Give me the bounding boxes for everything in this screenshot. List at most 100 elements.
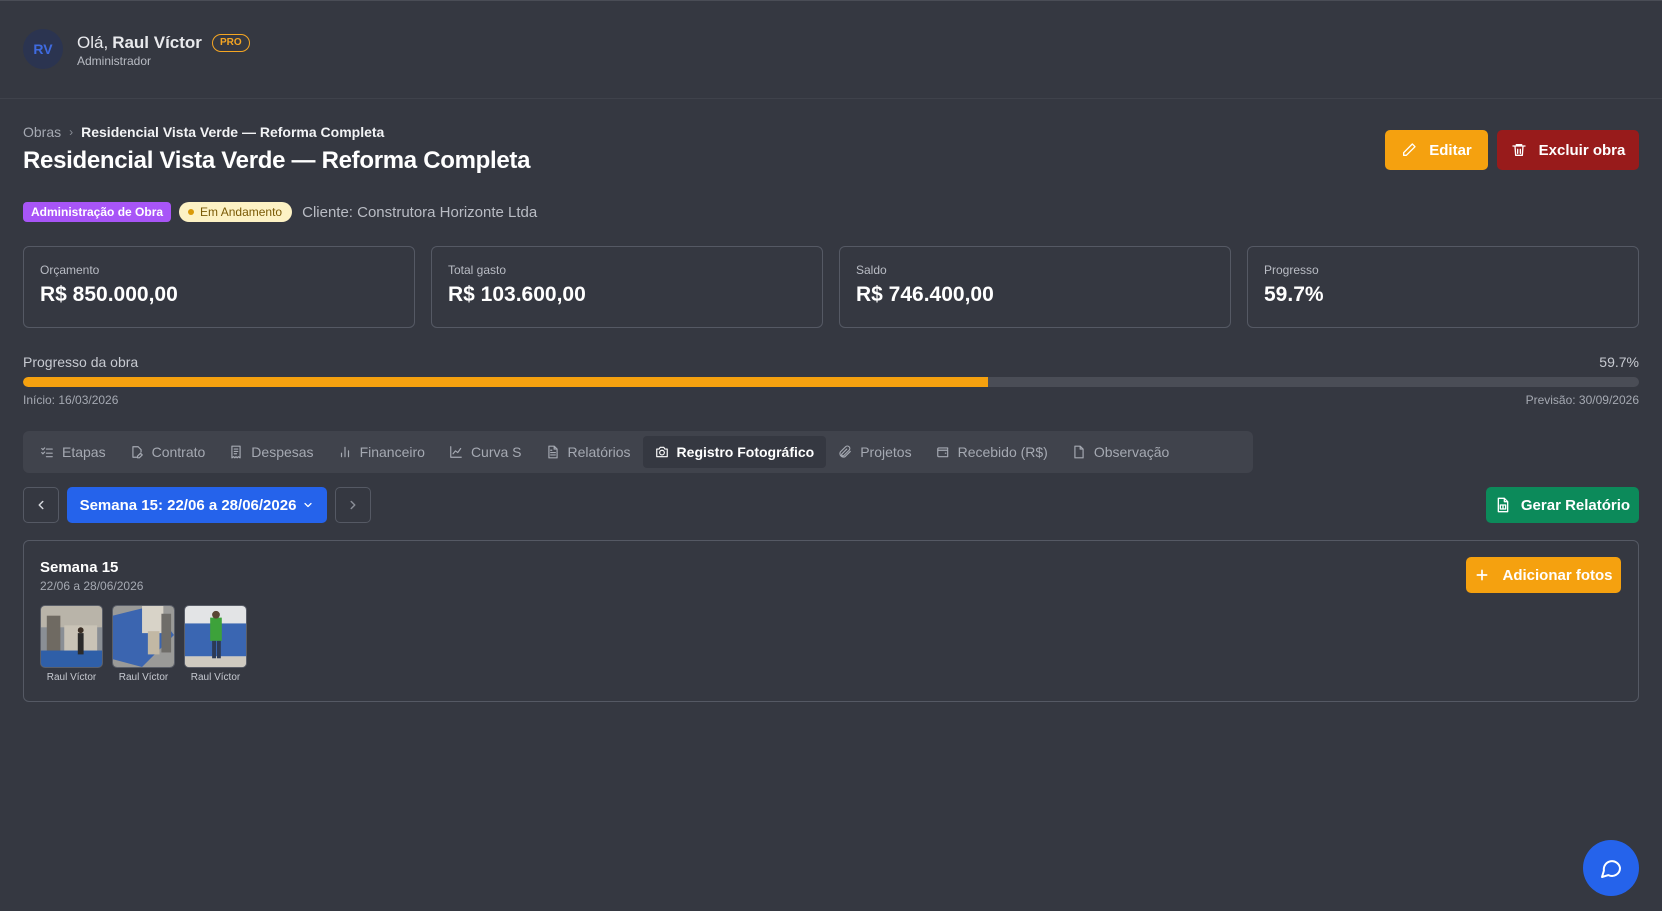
status-dot-icon — [188, 209, 195, 215]
photo-item[interactable]: Raul Víctor — [184, 605, 247, 683]
plan-badge: PRO — [211, 34, 250, 52]
tab-projetos[interactable]: Projetos — [826, 436, 923, 468]
tab-curva-s[interactable]: Curva S — [437, 436, 534, 468]
progress-bar — [23, 377, 1639, 387]
status-text: Em Andamento — [200, 205, 283, 219]
start-date: Início: 16/03/2026 — [23, 393, 119, 407]
edit-label: Editar — [1429, 141, 1472, 159]
previous-week-button[interactable] — [23, 487, 59, 523]
camera-icon — [655, 446, 668, 458]
chevron-right-icon — [350, 500, 356, 510]
breadcrumb-current: Residencial Vista Verde — Reforma Comple… — [81, 124, 385, 140]
user-greeting: Olá, Raul Víctor PRO — [77, 33, 250, 53]
chat-button[interactable] — [1583, 840, 1639, 896]
week-range: 22/06 a 28/06/2026 — [40, 579, 144, 593]
construction-photo-image — [41, 606, 102, 667]
tab-recebido[interactable]: Recebido (R$) — [924, 436, 1060, 468]
photo-item[interactable]: Raul Víctor — [40, 605, 103, 683]
week-select-value: Semana 15: 22/06 a 28/06/2026 — [79, 496, 297, 514]
tab-observacao[interactable]: Observação — [1060, 436, 1181, 468]
week-panel: Semana 15 22/06 a 28/06/2026 Adicionar f… — [23, 540, 1639, 702]
photo-thumbnail[interactable] — [112, 605, 175, 668]
tab-relatorios[interactable]: Relatórios — [534, 436, 643, 468]
user-name: Raul Víctor — [112, 33, 202, 52]
tab-label: Financeiro — [359, 444, 425, 460]
tab-label: Observação — [1093, 444, 1170, 460]
card-value: R$ 103.600,00 — [448, 283, 586, 306]
tab-label: Registro Fotográfico — [676, 444, 815, 460]
summary-cards: Orçamento R$ 850.000,00 Total gasto R$ 1… — [23, 246, 1639, 328]
photo-item[interactable]: Raul Víctor — [112, 605, 175, 683]
balance-card: Saldo R$ 746.400,00 — [839, 246, 1231, 328]
construction-photo-image — [185, 606, 246, 667]
add-photos-button[interactable]: Adicionar fotos — [1466, 557, 1621, 593]
receipt-icon — [231, 445, 241, 459]
breadcrumb-obras-link[interactable]: Obras — [23, 124, 61, 140]
generate-report-button[interactable]: Gerar Relatório — [1486, 487, 1639, 523]
file-pen-icon — [131, 446, 143, 459]
tab-contrato[interactable]: Contrato — [118, 436, 218, 468]
list-checks-icon — [41, 447, 53, 458]
file-text-icon — [547, 445, 558, 459]
tab-label: Despesas — [251, 444, 314, 460]
card-value: 59.7% — [1264, 283, 1324, 306]
edit-button[interactable]: Editar — [1385, 130, 1488, 170]
tab-label: Etapas — [62, 444, 106, 460]
photo-thumbnail[interactable] — [40, 605, 103, 668]
bar-chart-icon — [340, 446, 349, 458]
week-title: Semana 15 — [40, 559, 119, 576]
tab-etapas[interactable]: Etapas — [28, 436, 118, 468]
tab-financeiro[interactable]: Financeiro — [326, 436, 437, 468]
status-badge: Em Andamento — [179, 202, 293, 222]
photo-thumbnail[interactable] — [184, 605, 247, 668]
tab-bar: Etapas Contrato Despesas Financeiro Curv… — [23, 431, 1253, 473]
tab-registro-fotografico[interactable]: Registro Fotográfico — [642, 436, 827, 468]
budget-card: Orçamento R$ 850.000,00 — [23, 246, 415, 328]
paperclip-icon — [839, 445, 852, 458]
trash-icon — [1511, 144, 1526, 156]
avatar[interactable]: RV — [23, 29, 63, 69]
spent-card: Total gasto R$ 103.600,00 — [431, 246, 823, 328]
tab-label: Relatórios — [567, 444, 631, 460]
file-icon — [1074, 445, 1084, 459]
user-role: Administrador — [77, 54, 152, 68]
tab-label: Projetos — [860, 444, 912, 460]
progress-percent: 59.7% — [1599, 354, 1639, 370]
chevron-down-icon — [304, 502, 313, 508]
tab-label: Recebido (R$) — [957, 444, 1048, 460]
delete-label: Excluir obra — [1538, 141, 1626, 159]
report-label: Gerar Relatório — [1520, 496, 1631, 514]
greeting-text: Olá, — [77, 33, 109, 52]
card-label: Saldo — [856, 263, 887, 277]
delete-button[interactable]: Excluir obra — [1497, 130, 1639, 170]
file-spreadsheet-icon — [1497, 497, 1509, 513]
tab-label: Curva S — [470, 444, 522, 460]
wallet-icon — [936, 447, 948, 458]
end-date: Previsão: 30/09/2026 — [1525, 393, 1639, 407]
card-value: R$ 850.000,00 — [40, 283, 178, 306]
progress-card: Progresso 59.7% — [1247, 246, 1639, 328]
add-photos-label: Adicionar fotos — [1502, 566, 1613, 584]
tab-label: Contrato — [151, 444, 206, 460]
client-name: Cliente: Construtora Horizonte Ltda — [302, 203, 538, 221]
card-label: Total gasto — [448, 263, 507, 277]
project-tags: Administração de Obra Em Andamento Clien… — [23, 202, 537, 222]
photo-gallery: Raul Víctor Raul Víctor Raul Víctor — [40, 605, 247, 683]
chevron-right-icon: › — [69, 125, 74, 139]
breadcrumb: Obras › Residencial Vista Verde — Reform… — [23, 124, 384, 140]
top-bar: RV Olá, Raul Víctor PRO Administrador — [0, 0, 1662, 99]
tab-despesas[interactable]: Despesas — [217, 436, 325, 468]
photo-author: Raul Víctor — [118, 672, 169, 683]
page-title: Residencial Vista Verde — Reforma Comple… — [23, 147, 531, 174]
plus-icon — [1476, 569, 1488, 581]
week-select[interactable]: Semana 15: 22/06 a 28/06/2026 — [67, 487, 327, 523]
pencil-icon — [1403, 143, 1416, 156]
progress-bar-fill — [23, 377, 988, 387]
photo-author: Raul Víctor — [190, 672, 241, 683]
line-chart-icon — [450, 446, 462, 458]
card-label: Orçamento — [40, 263, 100, 277]
card-label: Progresso — [1264, 263, 1319, 277]
next-week-button[interactable] — [335, 487, 371, 523]
chevron-left-icon — [38, 500, 44, 510]
progress-label: Progresso da obra — [23, 354, 139, 370]
